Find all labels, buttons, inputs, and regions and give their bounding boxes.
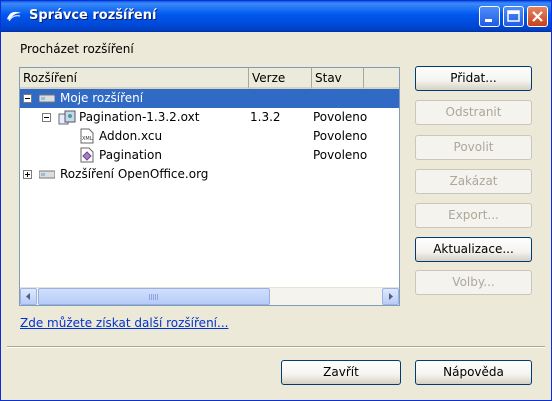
arrow-right-icon	[389, 293, 393, 300]
section-label: Procházet rozšíření	[20, 42, 134, 56]
close-icon	[532, 11, 543, 22]
svg-text:XML: XML	[82, 136, 93, 142]
component-icon	[80, 147, 94, 166]
maximize-button[interactable]	[503, 6, 524, 27]
enable-button[interactable]: Povolit	[415, 135, 532, 160]
tree-item-label: Addon.xcu	[99, 129, 163, 143]
collapse-icon[interactable]	[23, 94, 32, 103]
tree-item-label: Moje rozšíření	[60, 91, 144, 105]
column-header-version[interactable]: Verze	[249, 68, 312, 89]
column-header-extension[interactable]: Rozšíření	[20, 68, 249, 89]
scroll-right-button[interactable]	[382, 288, 399, 305]
footer-divider	[7, 346, 545, 348]
extension-folder-icon	[38, 168, 56, 183]
extension-folder-icon	[38, 92, 56, 107]
minimize-icon	[485, 19, 492, 22]
minimize-button[interactable]	[479, 6, 500, 27]
tree-row-addon-xcu[interactable]: XML Addon.xcu Povoleno	[20, 127, 399, 146]
tree-row-pagination-package[interactable]: Pagination-1.3.2.oxt 1.3.2 Povoleno	[20, 108, 399, 127]
add-button[interactable]: Přidat...	[415, 66, 532, 91]
options-button[interactable]: Volby...	[415, 270, 532, 295]
title-bar: Správce rozšíření	[1, 1, 551, 32]
tree-row-openoffice-extensions[interactable]: Rozšíření OpenOffice.org	[20, 165, 399, 184]
export-button[interactable]: Export...	[415, 203, 532, 228]
tree-item-status: Povoleno	[313, 148, 368, 162]
tree-item-status: Povoleno	[313, 110, 368, 124]
maximize-icon	[507, 10, 520, 22]
tree-row-my-extensions[interactable]: Moje rozšíření	[20, 89, 399, 108]
openoffice-app-icon	[6, 8, 22, 24]
disable-button[interactable]: Zakázat	[415, 169, 532, 194]
scroll-left-button[interactable]	[20, 288, 37, 305]
tree-item-label: Rozšíření OpenOffice.org	[60, 167, 209, 181]
column-header-filler	[364, 68, 399, 89]
xml-file-icon: XML	[80, 128, 94, 147]
close-button[interactable]: Zavřít	[281, 360, 401, 385]
collapse-icon[interactable]	[42, 113, 51, 122]
grip-icon	[149, 294, 159, 300]
close-window-button[interactable]	[527, 6, 548, 27]
tree-item-status: Povoleno	[313, 129, 368, 143]
window-title: Správce rozšíření	[29, 8, 157, 23]
tree-item-label: Pagination	[99, 148, 162, 162]
remove-button[interactable]: Odstranit	[415, 100, 532, 125]
get-more-extensions-link[interactable]: Zde můžete získat další rozšíření...	[20, 316, 228, 330]
update-button[interactable]: Aktualizace...	[415, 237, 532, 262]
scrollbar-thumb[interactable]	[38, 288, 270, 305]
tree-item-version: 1.3.2	[250, 110, 281, 124]
tree-row-pagination-component[interactable]: Pagination Povoleno	[20, 146, 399, 165]
extension-tree[interactable]: Rozšíření Verze Stav Moje rozšíření Pagi…	[19, 67, 400, 306]
help-button[interactable]: Nápověda	[415, 360, 532, 385]
arrow-left-icon	[26, 293, 30, 300]
extension-manager-dialog: Správce rozšíření Procházet rozšíření Ro…	[0, 0, 552, 401]
column-header-status[interactable]: Stav	[312, 68, 364, 89]
tree-item-label: Pagination-1.3.2.oxt	[79, 110, 200, 124]
expand-icon[interactable]	[23, 170, 32, 179]
horizontal-scrollbar[interactable]	[20, 287, 399, 305]
